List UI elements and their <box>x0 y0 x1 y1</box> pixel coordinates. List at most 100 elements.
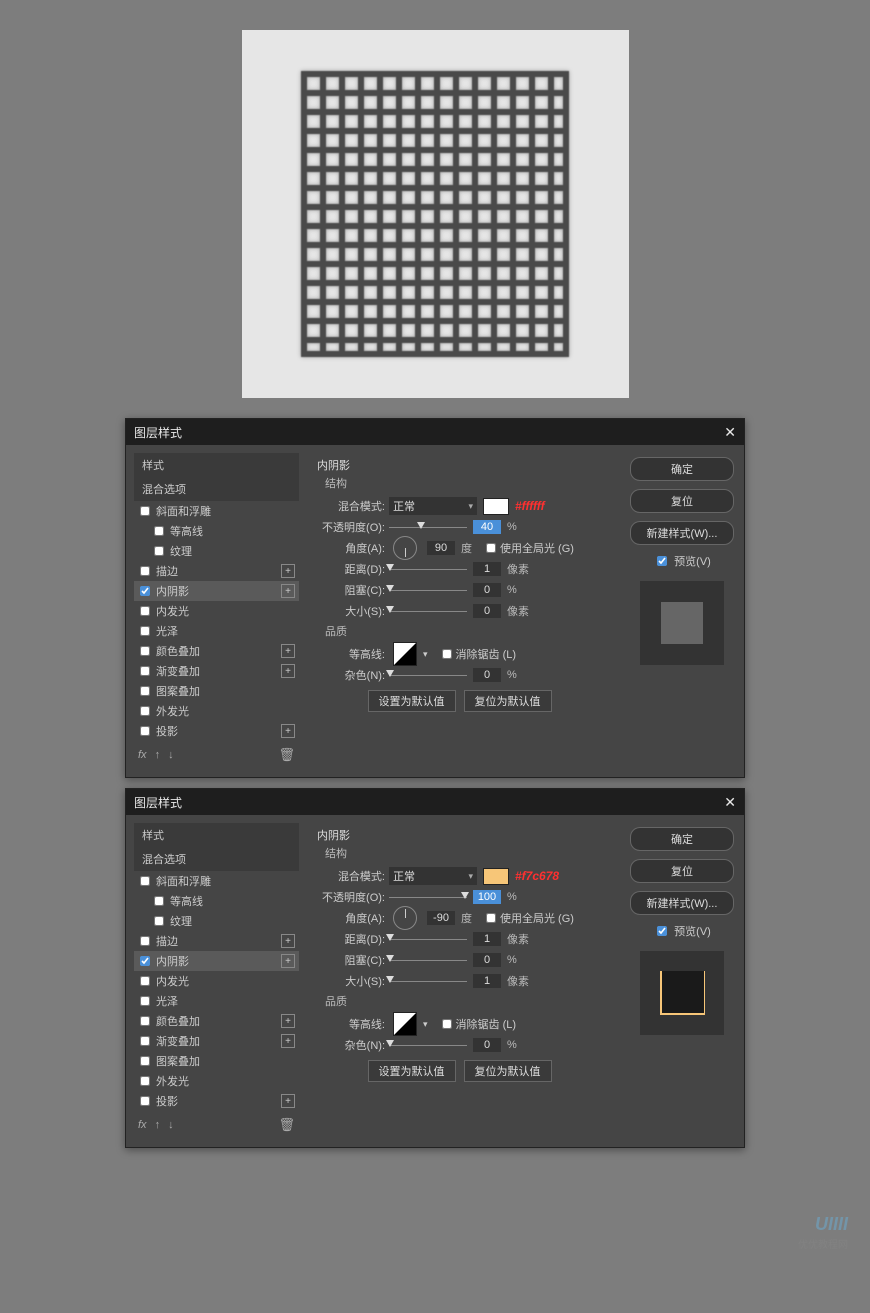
style-bevel[interactable]: 斜面和浮雕 <box>134 501 299 521</box>
style-contour[interactable]: 等高线 <box>134 521 299 541</box>
add-drop-shadow-icon[interactable]: + <box>281 724 295 738</box>
opacity-slider[interactable] <box>389 520 467 534</box>
reset-default-button[interactable]: 复位为默认值 <box>464 1060 552 1082</box>
style-pat-overlay[interactable]: 图案叠加 <box>134 681 299 701</box>
size-slider[interactable] <box>389 604 467 618</box>
style-satin[interactable]: 光泽 <box>134 621 299 641</box>
arrow-up-icon[interactable]: ↑ <box>155 749 161 761</box>
texture-checkbox[interactable] <box>154 546 164 556</box>
style-outer-glow[interactable]: 外发光 <box>134 1071 299 1091</box>
opacity-input[interactable] <box>473 890 501 904</box>
outer-glow-checkbox[interactable] <box>140 1076 150 1086</box>
style-drop-shadow[interactable]: 投影+ <box>134 1091 299 1111</box>
bevel-checkbox[interactable] <box>140 876 150 886</box>
pat-overlay-checkbox[interactable] <box>140 1056 150 1066</box>
satin-checkbox[interactable] <box>140 996 150 1006</box>
style-inner-shadow[interactable]: 内阴影+ <box>134 951 299 971</box>
grad-overlay-checkbox[interactable] <box>140 1036 150 1046</box>
add-stroke-icon[interactable]: + <box>281 564 295 578</box>
texture-checkbox[interactable] <box>154 916 164 926</box>
blend-options[interactable]: 混合选项 <box>134 477 299 501</box>
size-input[interactable] <box>473 974 501 988</box>
size-input[interactable] <box>473 604 501 618</box>
set-default-button[interactable]: 设置为默认值 <box>368 690 456 712</box>
noise-slider[interactable] <box>389 1038 467 1052</box>
outer-glow-checkbox[interactable] <box>140 706 150 716</box>
style-texture[interactable]: 纹理 <box>134 541 299 561</box>
trash-icon[interactable]: 🗑 <box>278 1117 295 1133</box>
satin-checkbox[interactable] <box>140 626 150 636</box>
stroke-checkbox[interactable] <box>140 566 150 576</box>
style-stroke[interactable]: 描边+ <box>134 931 299 951</box>
preview-checkbox[interactable]: 预览(V) <box>630 923 734 939</box>
style-color-overlay[interactable]: 颜色叠加+ <box>134 641 299 661</box>
add-inner-shadow-icon[interactable]: + <box>281 584 295 598</box>
close-icon[interactable]: ✕ <box>724 794 736 811</box>
style-inner-glow[interactable]: 内发光 <box>134 971 299 991</box>
dialog-titlebar[interactable]: 图层样式 ✕ <box>126 419 744 445</box>
choke-slider[interactable] <box>389 953 467 967</box>
style-outer-glow[interactable]: 外发光 <box>134 701 299 721</box>
color-swatch[interactable] <box>483 868 509 885</box>
contour-picker[interactable] <box>393 1012 417 1036</box>
opacity-slider[interactable] <box>389 890 467 904</box>
noise-input[interactable] <box>473 1038 501 1052</box>
style-inner-shadow[interactable]: 内阴影+ <box>134 581 299 601</box>
style-stroke[interactable]: 描边+ <box>134 561 299 581</box>
ok-button[interactable]: 确定 <box>630 457 734 481</box>
contour-checkbox[interactable] <box>154 896 164 906</box>
style-color-overlay[interactable]: 颜色叠加+ <box>134 1011 299 1031</box>
global-light-checkbox[interactable]: 使用全局光 (G) <box>486 540 574 556</box>
dialog-titlebar[interactable]: 图层样式 ✕ <box>126 789 744 815</box>
distance-slider[interactable] <box>389 562 467 576</box>
pat-overlay-checkbox[interactable] <box>140 686 150 696</box>
add-stroke-icon[interactable]: + <box>281 934 295 948</box>
distance-slider[interactable] <box>389 932 467 946</box>
reset-default-button[interactable]: 复位为默认值 <box>464 690 552 712</box>
new-style-button[interactable]: 新建样式(W)... <box>630 521 734 545</box>
inner-shadow-checkbox[interactable] <box>140 586 150 596</box>
new-style-button[interactable]: 新建样式(W)... <box>630 891 734 915</box>
noise-slider[interactable] <box>389 668 467 682</box>
drop-shadow-checkbox[interactable] <box>140 726 150 736</box>
blend-mode-combo[interactable]: 正常 <box>389 497 477 515</box>
drop-shadow-checkbox[interactable] <box>140 1096 150 1106</box>
style-texture[interactable]: 纹理 <box>134 911 299 931</box>
fx-menu[interactable]: fx <box>138 749 147 761</box>
style-drop-shadow[interactable]: 投影+ <box>134 721 299 741</box>
style-satin[interactable]: 光泽 <box>134 991 299 1011</box>
color-overlay-checkbox[interactable] <box>140 1016 150 1026</box>
add-grad-overlay-icon[interactable]: + <box>281 1034 295 1048</box>
angle-input[interactable] <box>427 541 455 555</box>
preview-checkbox[interactable]: 预览(V) <box>630 553 734 569</box>
set-default-button[interactable]: 设置为默认值 <box>368 1060 456 1082</box>
inner-shadow-checkbox[interactable] <box>140 956 150 966</box>
inner-glow-checkbox[interactable] <box>140 976 150 986</box>
blend-options[interactable]: 混合选项 <box>134 847 299 871</box>
choke-input[interactable] <box>473 583 501 597</box>
style-grad-overlay[interactable]: 渐变叠加+ <box>134 1031 299 1051</box>
ok-button[interactable]: 确定 <box>630 827 734 851</box>
contour-dropdown-icon[interactable]: ▾ <box>423 1019 428 1030</box>
angle-input[interactable] <box>427 911 455 925</box>
style-contour[interactable]: 等高线 <box>134 891 299 911</box>
inner-glow-checkbox[interactable] <box>140 606 150 616</box>
noise-input[interactable] <box>473 668 501 682</box>
choke-input[interactable] <box>473 953 501 967</box>
style-grad-overlay[interactable]: 渐变叠加+ <box>134 661 299 681</box>
color-overlay-checkbox[interactable] <box>140 646 150 656</box>
arrow-down-icon[interactable]: ↓ <box>168 1119 174 1131</box>
arrow-up-icon[interactable]: ↑ <box>155 1119 161 1131</box>
add-color-overlay-icon[interactable]: + <box>281 644 295 658</box>
angle-dial[interactable] <box>393 906 417 930</box>
stroke-checkbox[interactable] <box>140 936 150 946</box>
global-light-checkbox[interactable]: 使用全局光 (G) <box>486 910 574 926</box>
contour-picker[interactable] <box>393 642 417 666</box>
contour-checkbox[interactable] <box>154 526 164 536</box>
styles-header[interactable]: 样式 <box>134 823 299 847</box>
size-slider[interactable] <box>389 974 467 988</box>
style-bevel[interactable]: 斜面和浮雕 <box>134 871 299 891</box>
grad-overlay-checkbox[interactable] <box>140 666 150 676</box>
add-color-overlay-icon[interactable]: + <box>281 1014 295 1028</box>
style-pat-overlay[interactable]: 图案叠加 <box>134 1051 299 1071</box>
